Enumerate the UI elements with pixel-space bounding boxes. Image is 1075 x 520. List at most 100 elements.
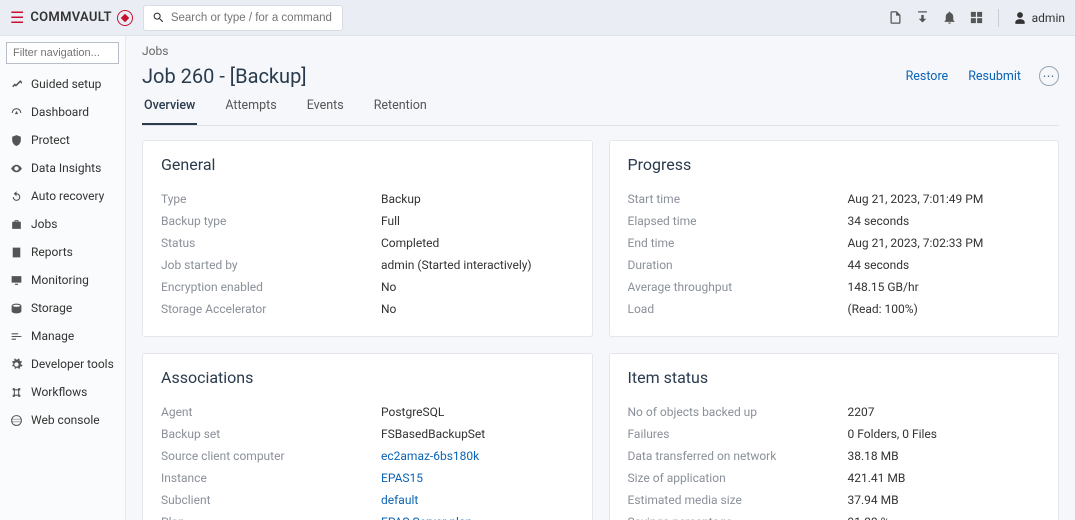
- sidebar-item-jobs[interactable]: Jobs: [0, 210, 125, 238]
- file-icon[interactable]: [888, 10, 903, 25]
- sidebar-item-auto-recovery[interactable]: Auto recovery: [0, 182, 125, 210]
- sidebar-item-label: Data Insights: [31, 161, 101, 175]
- page-title: Job 260 - [Backup]: [142, 64, 307, 88]
- item-status-row: Data transferred on network38.18 MB: [628, 445, 1041, 467]
- associations-key: Backup set: [161, 427, 381, 441]
- progress-row: Elapsed time34 seconds: [628, 210, 1041, 232]
- sidebar-item-web-console[interactable]: Web console: [0, 406, 125, 434]
- progress-row: Duration44 seconds: [628, 254, 1041, 276]
- apps-icon[interactable]: [969, 10, 984, 25]
- item-status-key: Estimated media size: [628, 493, 848, 507]
- item-status-row: Size of application421.41 MB: [628, 467, 1041, 489]
- tab-retention[interactable]: Retention: [372, 98, 429, 125]
- topbar: ☰ COMMVAULT admin: [0, 0, 1075, 36]
- user-menu[interactable]: admin: [1013, 11, 1065, 25]
- search-icon: [152, 11, 165, 24]
- sidebar-item-developer-tools[interactable]: Developer tools: [0, 350, 125, 378]
- brand-text: COMMVAULT: [30, 10, 112, 25]
- menu-icon[interactable]: ☰: [10, 8, 24, 27]
- progress-heading: Progress: [628, 155, 1041, 174]
- resubmit-link[interactable]: Resubmit: [968, 69, 1021, 84]
- general-value: Completed: [381, 236, 439, 250]
- sidebar-item-dashboard[interactable]: Dashboard: [0, 98, 125, 126]
- progress-value: Aug 21, 2023, 7:02:33 PM: [848, 236, 984, 250]
- tab-events[interactable]: Events: [305, 98, 346, 125]
- sidebar-item-protect[interactable]: Protect: [0, 126, 125, 154]
- item-status-value: 0 Folders, 0 Files: [848, 427, 937, 441]
- progress-row: End timeAug 21, 2023, 7:02:33 PM: [628, 232, 1041, 254]
- progress-key: Start time: [628, 192, 848, 206]
- bell-icon[interactable]: [942, 10, 957, 25]
- general-value: admin (Started interactively): [381, 258, 532, 272]
- general-key: Status: [161, 236, 381, 250]
- sidebar-item-workflows[interactable]: Workflows: [0, 378, 125, 406]
- associations-row: Subclientdefault: [161, 489, 574, 511]
- tools-icon: [10, 78, 23, 91]
- general-row: TypeBackup: [161, 188, 574, 210]
- more-actions-button[interactable]: ⋯: [1039, 66, 1059, 86]
- item-status-key: Data transferred on network: [628, 449, 848, 463]
- tab-overview[interactable]: Overview: [142, 98, 197, 125]
- restore-link[interactable]: Restore: [906, 69, 949, 84]
- sidebar-item-guided-setup[interactable]: Guided setup: [0, 70, 125, 98]
- sidebar-item-data-insights[interactable]: Data Insights: [0, 154, 125, 182]
- flow-icon: [10, 386, 23, 399]
- progress-key: End time: [628, 236, 848, 250]
- progress-row: Start timeAug 21, 2023, 7:01:49 PM: [628, 188, 1041, 210]
- sidebar-item-manage[interactable]: Manage: [0, 322, 125, 350]
- item-status-row: Failures0 Folders, 0 Files: [628, 423, 1041, 445]
- divider: [998, 9, 999, 27]
- associations-key: Agent: [161, 405, 381, 419]
- associations-row: Backup setFSBasedBackupSet: [161, 423, 574, 445]
- item-status-row: Estimated media size37.94 MB: [628, 489, 1041, 511]
- briefcase-icon: [10, 218, 23, 231]
- brand-logo: COMMVAULT: [30, 10, 133, 26]
- global-search[interactable]: [143, 5, 343, 31]
- sidebar-item-label: Developer tools: [31, 357, 114, 371]
- sidebar-item-label: Auto recovery: [31, 189, 104, 203]
- brand-mark-icon: [117, 10, 133, 26]
- associations-value[interactable]: ec2amaz-6bs180k: [381, 449, 479, 463]
- breadcrumb[interactable]: Jobs: [142, 44, 1059, 58]
- general-value: No: [381, 302, 396, 316]
- general-key: Type: [161, 192, 381, 206]
- sidebar: Guided setup Dashboard Protect Data Insight…: [0, 36, 126, 520]
- monitor-icon: [10, 274, 23, 287]
- search-input[interactable]: [171, 12, 334, 24]
- progress-key: Average throughput: [628, 280, 848, 294]
- associations-value[interactable]: EPAS15: [381, 471, 423, 485]
- sidebar-item-label: Manage: [31, 329, 74, 343]
- general-key: Encryption enabled: [161, 280, 381, 294]
- general-row: Storage AcceleratorNo: [161, 298, 574, 320]
- associations-key: Instance: [161, 471, 381, 485]
- progress-key: Load: [628, 302, 848, 316]
- progress-row: Average throughput148.15 GB/hr: [628, 276, 1041, 298]
- item-status-heading: Item status: [628, 368, 1041, 387]
- filter-navigation-input[interactable]: [6, 42, 119, 64]
- item-status-value: 421.41 MB: [848, 471, 906, 485]
- general-card: General TypeBackupBackup typeFullStatusC…: [142, 140, 593, 337]
- tabs: Overview Attempts Events Retention: [142, 98, 1059, 126]
- tab-attempts[interactable]: Attempts: [223, 98, 278, 125]
- sliders-icon: [10, 330, 23, 343]
- associations-value[interactable]: default: [381, 493, 418, 507]
- item-status-card: Item status No of objects backed up2207F…: [609, 353, 1060, 520]
- gauge-icon: [10, 106, 23, 119]
- general-value: Backup: [381, 192, 421, 206]
- download-icon[interactable]: [915, 10, 930, 25]
- general-key: Job started by: [161, 258, 381, 272]
- sidebar-item-label: Protect: [31, 133, 70, 147]
- sidebar-item-reports[interactable]: Reports: [0, 238, 125, 266]
- sidebar-item-label: Jobs: [31, 217, 57, 231]
- sidebar-item-label: Web console: [31, 413, 100, 427]
- item-status-value: 2207: [848, 405, 875, 419]
- sidebar-item-monitoring[interactable]: Monitoring: [0, 266, 125, 294]
- sidebar-item-storage[interactable]: Storage: [0, 294, 125, 322]
- associations-value: FSBasedBackupSet: [381, 427, 485, 441]
- item-status-key: Failures: [628, 427, 848, 441]
- progress-value: (Read: 100%): [848, 302, 918, 316]
- sidebar-item-label: Dashboard: [31, 105, 89, 119]
- main-content: Jobs Job 260 - [Backup] Restore Resubmit…: [126, 36, 1075, 520]
- associations-value[interactable]: EPAS Server plan: [381, 515, 472, 520]
- progress-value: 44 seconds: [848, 258, 910, 272]
